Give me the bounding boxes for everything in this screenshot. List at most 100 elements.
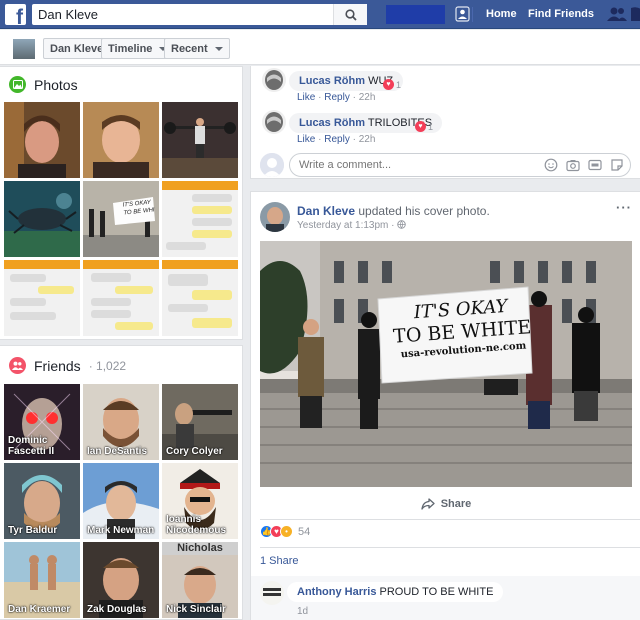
cover-photo[interactable]: IT'S OKAY TO BE WHITE usa-revolution-ne.… <box>260 241 632 487</box>
photo-thumbnail[interactable] <box>83 260 159 336</box>
friends-icon <box>9 357 26 374</box>
search-input[interactable] <box>32 4 322 25</box>
photo-thumbnail[interactable] <box>4 260 80 336</box>
like-link[interactable]: Like <box>297 92 315 103</box>
friend-tile[interactable]: Cory Colyer <box>162 384 238 460</box>
friend-tile[interactable]: Ioannis Nicodemous <box>162 463 238 539</box>
globe-icon[interactable] <box>397 220 406 229</box>
love-reaction-icon: ♥ <box>415 121 426 132</box>
friend-tile[interactable]: Zak Douglas <box>83 542 159 618</box>
comment-tools <box>544 158 624 172</box>
reaction-total: 54 <box>298 525 311 538</box>
comment-reaction-badge[interactable]: ♥ 1 <box>415 121 433 132</box>
friend-tile[interactable]: Nicholas Nick Sinclair <box>162 542 238 618</box>
facebook-logo[interactable]: f <box>5 4 26 28</box>
photo-trilobite <box>4 181 80 257</box>
friend-name: Ian DeSantis <box>87 446 148 457</box>
commenter-avatar[interactable] <box>262 110 286 134</box>
photo-chat-screenshot <box>4 260 80 336</box>
emoji-icon[interactable] <box>544 158 558 172</box>
friends-count: · 1,022 <box>88 358 127 373</box>
photo-thumbnail[interactable] <box>162 102 238 178</box>
search-bar <box>32 4 367 25</box>
reaction-count: 1 <box>428 121 434 132</box>
profile-switch-icon[interactable] <box>455 6 470 22</box>
comment-input[interactable] <box>290 154 530 176</box>
photo-thumbnail[interactable] <box>83 102 159 178</box>
photo-thumbnail[interactable]: IT'S OKAY TO BE WHI <box>83 181 159 257</box>
comment-box <box>289 153 631 177</box>
post-timestamp[interactable]: Yesterday at 1:13pm <box>297 220 388 231</box>
reply-link[interactable]: Reply <box>324 134 350 145</box>
photos-card: Photos IT'S OKAY TO BE WHI <box>0 66 243 340</box>
friend-tile[interactable]: Tyr Baldur <box>4 463 80 539</box>
friend-tile[interactable]: Mark Newman <box>83 463 159 539</box>
search-button[interactable] <box>333 4 367 25</box>
recent-dropdown[interactable]: Recent <box>164 38 230 59</box>
camera-icon[interactable] <box>566 158 580 172</box>
photo-portrait-2 <box>83 102 159 178</box>
profile-avatar[interactable] <box>12 38 36 60</box>
profile-name-label: Dan Kleve <box>50 42 104 55</box>
photo-portrait-1 <box>4 102 80 178</box>
reply-link[interactable]: Reply <box>324 92 350 103</box>
friend-name: Dan Kraemer <box>8 604 71 615</box>
comment-author[interactable]: Anthony Harris <box>297 586 376 598</box>
reaction-count: 1 <box>396 79 402 90</box>
friends-card: Friends · 1,022 Dominic Fascetti II Ian … <box>0 345 243 620</box>
commenter-avatar[interactable] <box>260 581 284 605</box>
post-action-text: updated his cover photo. <box>358 204 490 218</box>
chevron-down-icon <box>214 46 223 51</box>
photo-thumbnail[interactable] <box>4 181 80 257</box>
friend-requests-icon[interactable] <box>607 6 627 22</box>
comment-author[interactable]: Lucas Röhm <box>299 75 365 87</box>
my-avatar[interactable] <box>260 153 284 177</box>
friend-name: Dominic Fascetti II <box>8 435 55 457</box>
friend-tile[interactable]: Dominic Fascetti II <box>4 384 80 460</box>
sticker-icon[interactable] <box>610 158 624 172</box>
divider <box>260 519 640 520</box>
like-link[interactable]: Like <box>297 134 315 145</box>
post-options-button[interactable]: ··· <box>616 200 632 215</box>
comment-time[interactable]: 1d <box>297 606 308 617</box>
photos-icon <box>9 76 26 93</box>
photo-thumbnail[interactable] <box>162 260 238 336</box>
nav-find-friends-link[interactable]: Find Friends <box>528 8 594 20</box>
photo-gym <box>162 102 238 178</box>
photo-thumbnail[interactable] <box>4 102 80 178</box>
love-reaction-icon: ♥ <box>383 79 394 90</box>
banner-text: IT'S OKAY TO BE WHITE usa-revolution-ne.… <box>390 294 534 363</box>
nav-home-link[interactable]: Home <box>486 8 517 20</box>
photo-thumbnail[interactable] <box>162 181 238 257</box>
recent-dropdown-label: Recent <box>171 42 208 55</box>
top-navigation-bar: f Home Find Friends <box>0 0 640 29</box>
photos-title: Photos <box>34 76 78 93</box>
share-label: Share <box>440 498 472 510</box>
commenter-avatar[interactable] <box>262 68 286 92</box>
post-author-name[interactable]: Dan Kleve <box>297 204 355 218</box>
friend-name: Nick Sinclair <box>166 604 227 615</box>
friend-name: Cory Colyer <box>166 446 223 457</box>
comment-author[interactable]: Lucas Röhm <box>299 117 365 129</box>
messages-icon[interactable] <box>631 6 640 22</box>
photo-chat-screenshot <box>83 260 159 336</box>
friend-tile[interactable]: Ian DeSantis <box>83 384 159 460</box>
friends-header[interactable]: Friends · 1,022 <box>9 357 126 374</box>
comment-actions: Like · Reply · 22h <box>297 92 376 103</box>
shares-count[interactable]: 1 Share <box>260 555 299 567</box>
photos-header[interactable]: Photos <box>9 76 78 93</box>
comment-row: Anthony Harris PROUD TO BE WHITE 1d <box>251 576 640 620</box>
nav-divider <box>472 7 473 22</box>
gif-icon[interactable] <box>588 158 602 172</box>
comment-time[interactable]: 22h <box>359 92 376 103</box>
post-timestamp-row: Yesterday at 1:13pm · <box>297 220 406 231</box>
post-header: Dan Kleve updated his cover photo. <box>297 204 490 218</box>
divider <box>260 547 640 548</box>
comment-time[interactable]: 22h <box>359 134 376 145</box>
comment-reaction-badge[interactable]: ♥ 1 <box>383 79 401 90</box>
friend-tile[interactable]: Dan Kraemer <box>4 542 80 618</box>
share-button[interactable]: Share <box>251 492 640 516</box>
post-author-avatar[interactable] <box>260 202 290 232</box>
reactions-summary[interactable]: 👍 ♥ • 54 <box>260 525 310 538</box>
profile-nav-button[interactable] <box>386 5 445 24</box>
